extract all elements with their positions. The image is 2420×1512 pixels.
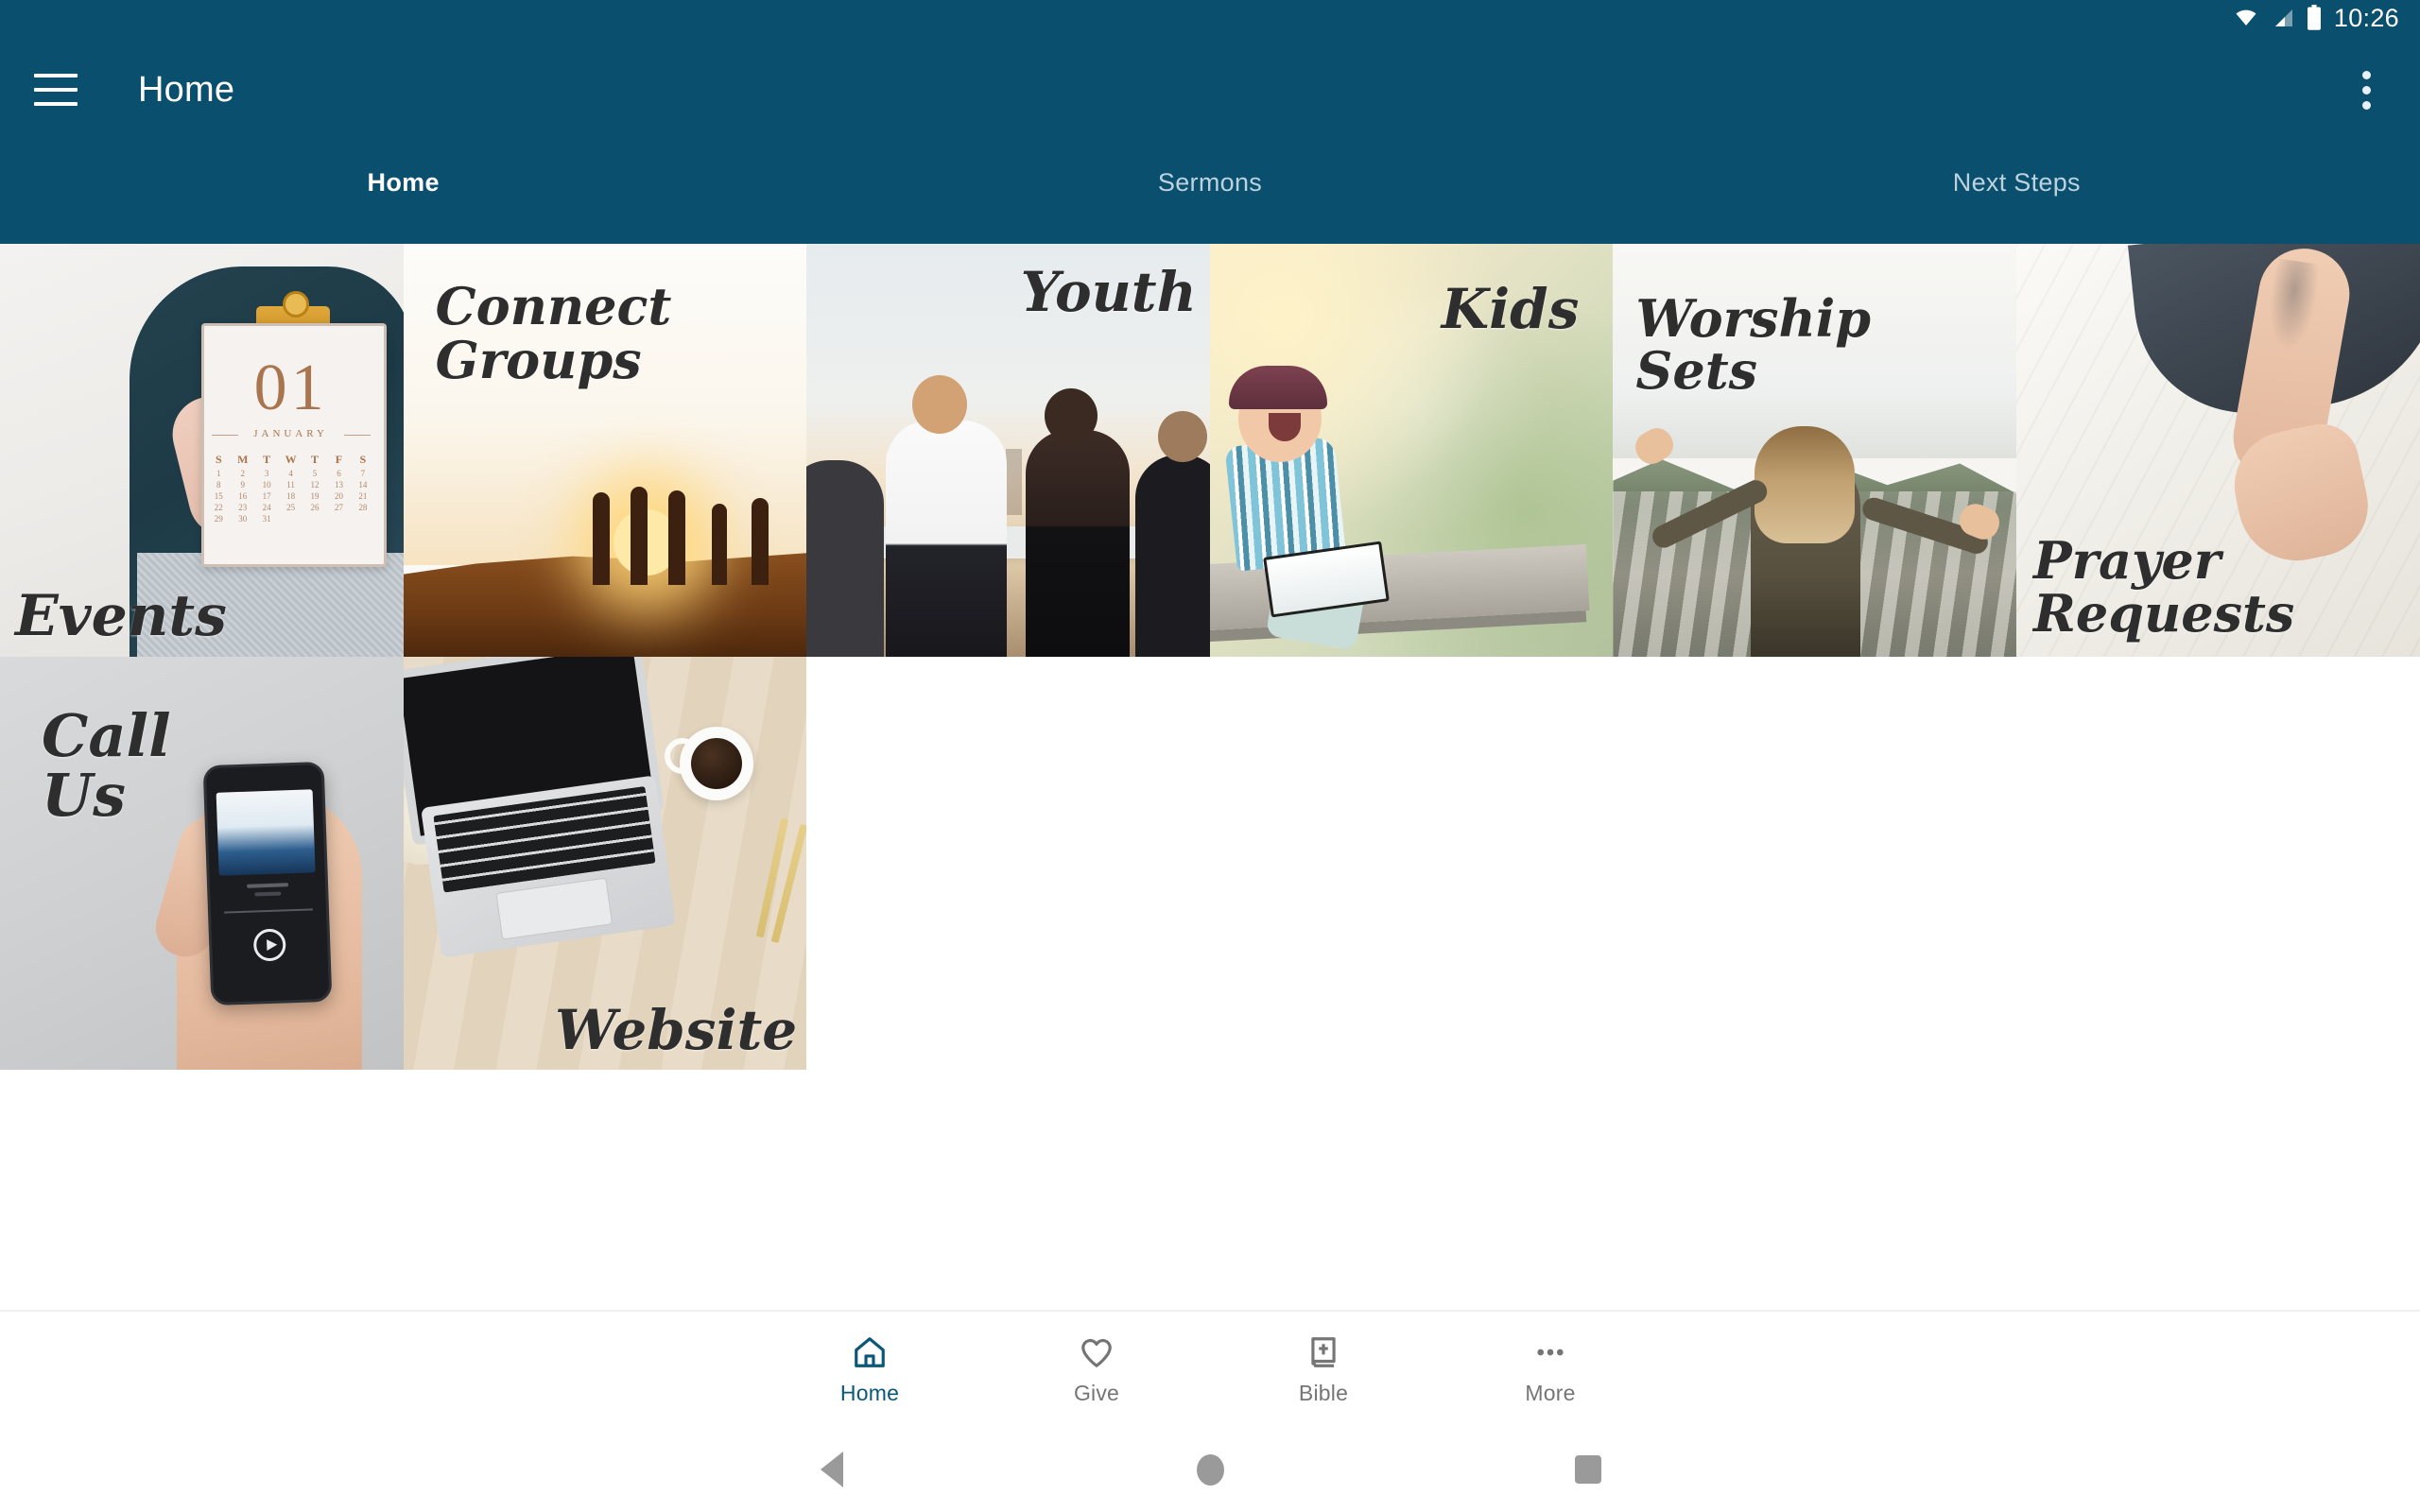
- wifi-icon: [2236, 9, 2256, 26]
- tile-website[interactable]: Website: [403, 657, 807, 1070]
- phone-album-art: [216, 789, 316, 876]
- tile-label-youth: Youth: [1020, 260, 1197, 324]
- calendar-month-label: JANUARY: [206, 428, 376, 439]
- bottom-nav-label-give: Give: [1073, 1381, 1120, 1405]
- connect-photo-silhouettes: [589, 479, 797, 585]
- bottom-nav-item-bible[interactable]: Bible: [1210, 1332, 1437, 1406]
- system-back-button[interactable]: [643, 1452, 1021, 1487]
- cellular-signal-icon: [2274, 9, 2292, 26]
- circle-home-icon: [1196, 1453, 1224, 1486]
- triangle-back-icon: [821, 1452, 843, 1487]
- tile-youth[interactable]: Youth: [806, 244, 1210, 657]
- bottom-nav-item-more[interactable]: More: [1437, 1332, 1664, 1406]
- ellipsis-icon: [1530, 1332, 1570, 1372]
- app-bar: Home: [0, 36, 2420, 144]
- bottom-nav-label-more: More: [1525, 1381, 1576, 1405]
- tile-prayer-requests[interactable]: Prayer Requests: [2015, 244, 2420, 657]
- system-home-button[interactable]: [1021, 1453, 1399, 1486]
- square-recents-icon: [1575, 1455, 1601, 1484]
- bible-book-icon: [1304, 1332, 1343, 1372]
- tile-connect-groups[interactable]: Connect Groups: [403, 244, 807, 657]
- website-photo-trackpad: [494, 877, 613, 940]
- tab-next-steps[interactable]: Next Steps: [1614, 144, 2420, 198]
- youth-photo-teens: [806, 375, 1210, 657]
- system-recents-button[interactable]: [1399, 1455, 1777, 1484]
- tab-bar: Home Sermons Next Steps: [0, 144, 2420, 244]
- tile-events[interactable]: 01 JANUARY SMTWTFS 1234567 8 9 10 11 12 13 14 …: [0, 244, 404, 657]
- calendar-grid: SMTWTFS 1234567 8 9 10 11 12 13 14 15 16 17 18 19 2…: [214, 453, 368, 524]
- tile-label-prayer-requests: Prayer Requests: [2032, 529, 2295, 644]
- tile-worship-sets[interactable]: Worship Sets: [1613, 244, 2016, 657]
- bottom-nav-item-home[interactable]: Home: [756, 1332, 983, 1406]
- worship-photo-hair: [1754, 426, 1856, 543]
- home-tile-grid: 01 JANUARY SMTWTFS 1234567 8 9 10 11 12 13 14 …: [0, 244, 2420, 1070]
- tile-call-us[interactable]: Call Us: [0, 657, 404, 1070]
- bottom-navigation-bar: Home Give Bible More: [0, 1310, 2420, 1427]
- website-photo-coffee-cup: [665, 727, 754, 800]
- phone-play-icon: [252, 928, 286, 962]
- bottom-nav-label-bible: Bible: [1298, 1381, 1349, 1405]
- status-bar-icons: [2232, 5, 2323, 31]
- phone-progress-bar: [223, 908, 313, 914]
- website-photo-laptop-base: [420, 775, 676, 958]
- tile-label-worship-sets: Worship Sets: [1635, 288, 1872, 402]
- tile-label-connect-groups: Connect Groups: [435, 276, 672, 391]
- tile-label-events: Events: [15, 583, 227, 649]
- events-photo-clipboard: 01 JANUARY SMTWTFS 1234567 8 9 10 11 12 13 14 …: [200, 323, 387, 567]
- tile-kids[interactable]: Kids: [1209, 244, 1614, 657]
- house-icon: [850, 1332, 890, 1372]
- tile-label-kids: Kids: [1441, 277, 1580, 341]
- phone-track-meta: [225, 882, 310, 897]
- tab-sermons[interactable]: Sermons: [806, 144, 1613, 198]
- website-photo-keyboard: [432, 785, 656, 893]
- page-title: Home: [138, 69, 235, 110]
- bottom-nav-label-home: Home: [839, 1381, 900, 1405]
- tab-home[interactable]: Home: [0, 144, 806, 198]
- heart-icon: [1077, 1332, 1116, 1372]
- overflow-menu-icon[interactable]: [2341, 64, 2392, 115]
- calendar-day-number: 01: [253, 352, 328, 424]
- tile-label-website: Website: [554, 997, 798, 1062]
- status-bar-clock: 10:26: [2333, 3, 2399, 32]
- hamburger-menu-icon[interactable]: [34, 74, 78, 106]
- tile-label-call-us: Call Us: [42, 701, 171, 831]
- android-system-navigation: [0, 1427, 2420, 1512]
- status-bar: 10:26: [0, 0, 2420, 36]
- callus-photo-phone: [202, 761, 332, 1006]
- battery-icon: [2307, 5, 2321, 30]
- bottom-nav-item-give[interactable]: Give: [983, 1332, 1210, 1406]
